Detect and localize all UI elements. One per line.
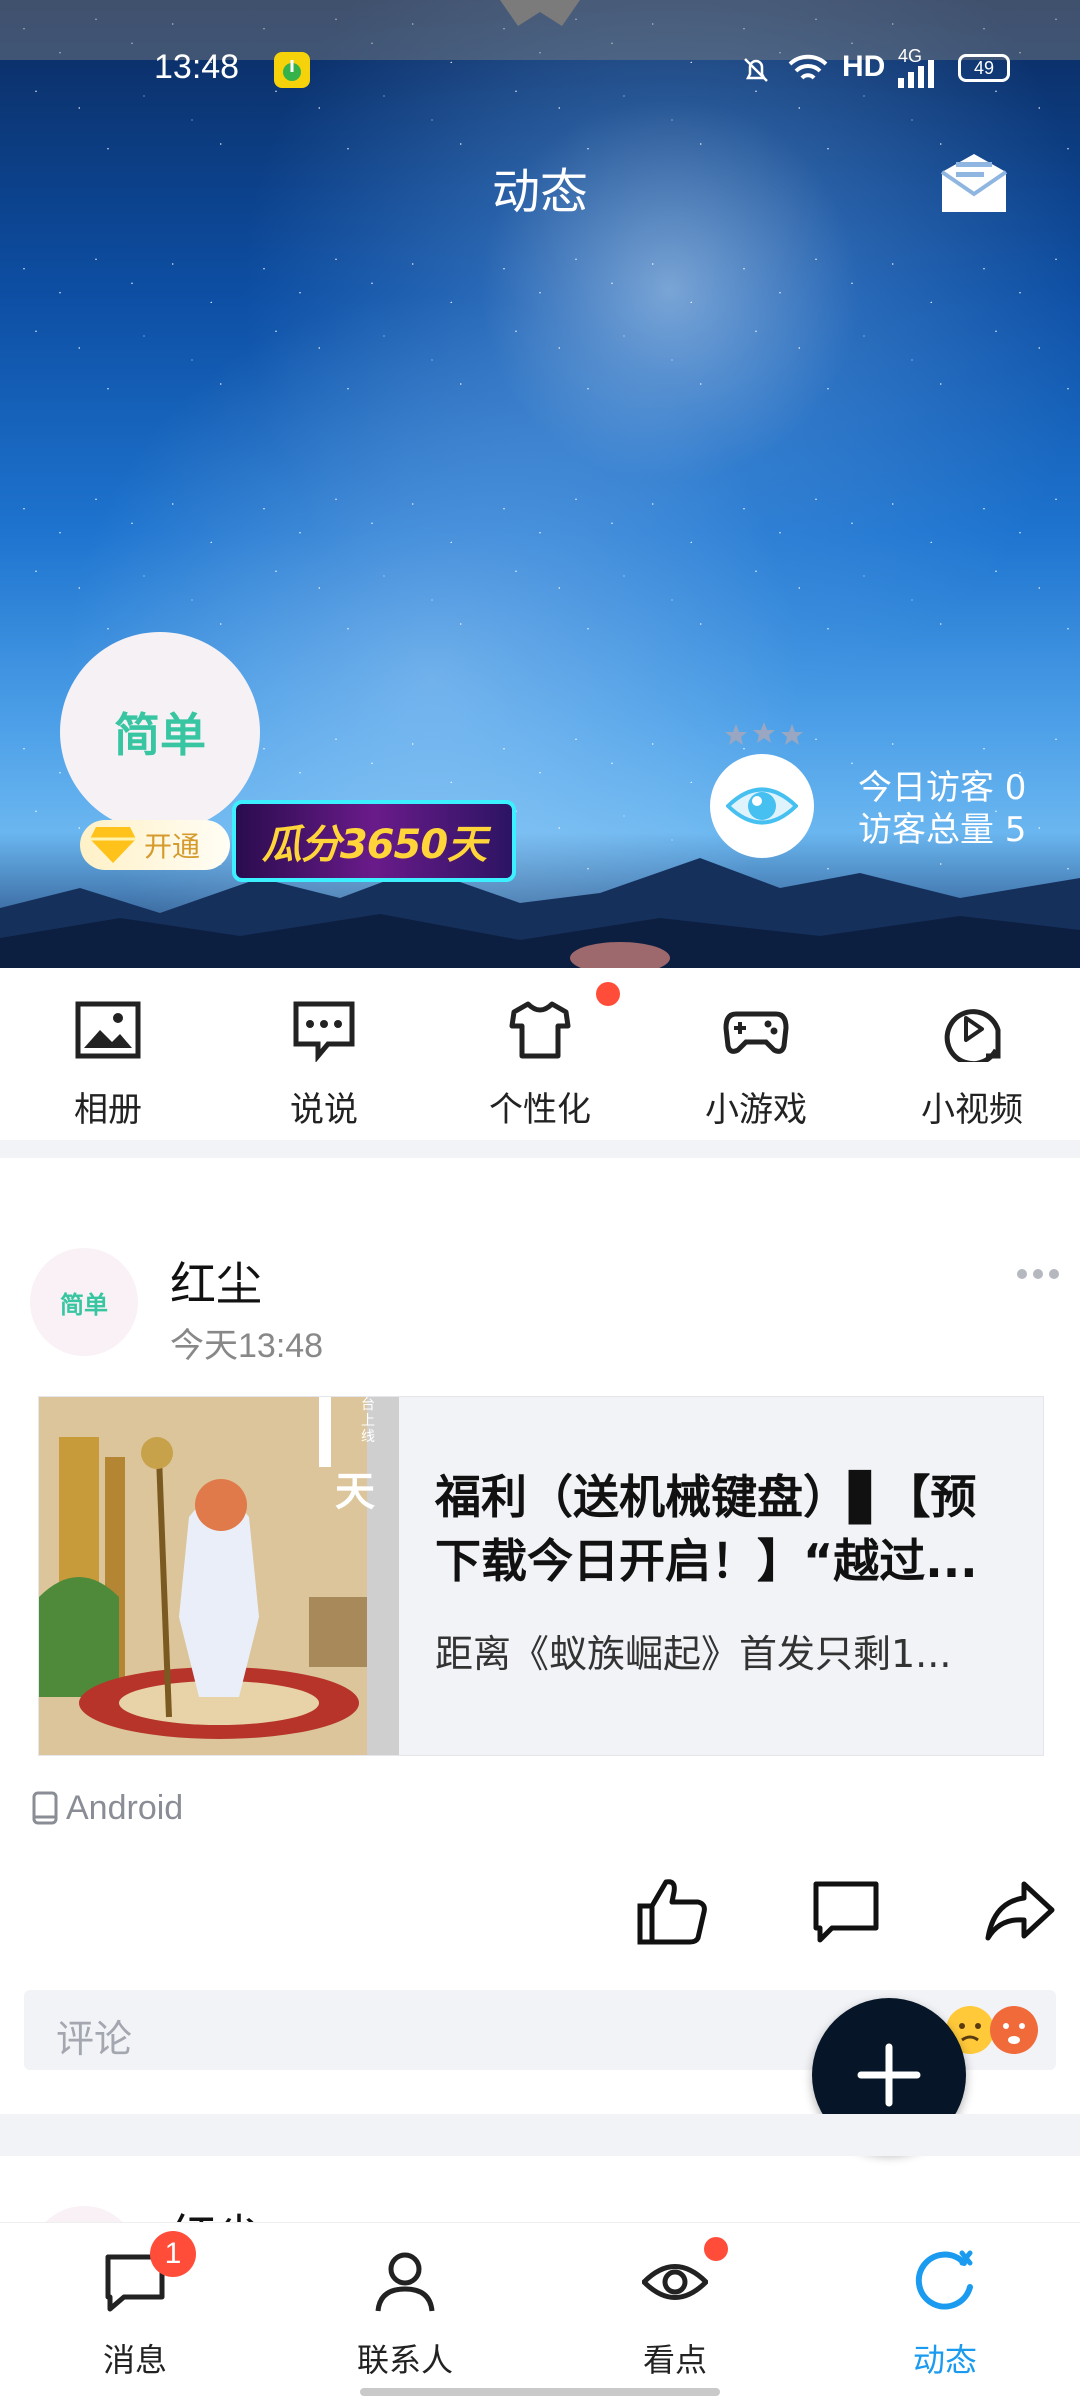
nav-label: 看点: [642, 2341, 707, 2379]
notification-dot: [596, 982, 620, 1006]
contacts-icon: [375, 2252, 435, 2312]
comment-placeholder: 评论: [56, 2017, 133, 2061]
feature-shuoshuo[interactable]: 说说: [216, 968, 432, 1140]
nav-label: 消息: [102, 2341, 167, 2379]
post-author-avatar[interactable]: 简单: [30, 1248, 138, 1356]
feature-personalize[interactable]: 个性化: [432, 968, 648, 1140]
nav-kandian[interactable]: 看点: [540, 2223, 810, 2401]
device-label: Android: [66, 1788, 184, 1827]
more-options-icon[interactable]: [1016, 1266, 1060, 1282]
feature-label: 相册: [74, 1090, 142, 1130]
music-app-icon: [274, 52, 310, 88]
section-divider: [0, 2114, 1080, 2156]
battery-level: 49: [973, 58, 995, 78]
gamepad-icon: [723, 1011, 789, 1054]
feature-row: 相册 说说 个性化 小游戏 小视频: [0, 968, 1080, 1140]
promo-text: 瓜分3650天: [261, 822, 487, 868]
shared-link-card[interactable]: 天 台上线 福利（送机械键盘）▋【预下载今日开启！】“越过... 距离《蚁族崛起…: [38, 1396, 1044, 1756]
message-badge: 1: [150, 2231, 196, 2277]
wifi-icon: [788, 54, 828, 80]
battery-icon: 49: [958, 54, 1010, 82]
video-play-icon: [944, 1009, 1001, 1062]
nav-label: 联系人: [356, 2341, 453, 2379]
home-indicator[interactable]: [360, 2388, 720, 2396]
card-image-side-text: 台上线: [361, 1397, 375, 1445]
diamond-icon: [90, 827, 136, 863]
visitor-eye-button[interactable]: [710, 754, 814, 858]
card-title: 福利（送机械键盘）▋【预下载今日开启！】“越过...: [435, 1470, 978, 1588]
nav-feed[interactable]: 动态: [810, 2223, 1080, 2401]
nav-messages[interactable]: 1 消息: [0, 2223, 270, 2401]
post-author-name[interactable]: 红尘: [170, 1248, 262, 1314]
album-icon: [75, 1001, 141, 1059]
bottom-navigation: 1 消息 联系人 看点 动态: [0, 2222, 1080, 2401]
share-icon[interactable]: [984, 1876, 1056, 1946]
eye-icon: [726, 787, 798, 825]
game-character-image: [39, 1397, 399, 1755]
phone-icon: [32, 1791, 58, 1825]
post-device: Android: [32, 1786, 183, 1830]
like-icon[interactable]: [636, 1876, 708, 1946]
feature-label: 小视频: [921, 1090, 1023, 1130]
visitors-total: 访客总量 5: [858, 810, 1027, 850]
feed-refresh-icon: [915, 2250, 973, 2310]
signal-icon: [898, 60, 934, 88]
promo-banner[interactable]: 瓜分3650天: [232, 800, 516, 882]
notch-star-icon: [500, 0, 580, 26]
card-image-text: 天: [335, 1469, 375, 1515]
vip-open-badge[interactable]: 开通: [80, 820, 230, 870]
nav-contacts[interactable]: 联系人: [270, 2223, 540, 2401]
tshirt-icon: [509, 1001, 571, 1059]
notification-dot: [704, 2237, 728, 2261]
feature-label: 小游戏: [705, 1090, 807, 1130]
mail-icon[interactable]: [936, 150, 1012, 216]
section-divider: [0, 1140, 1080, 1158]
avatar-text: 简单: [60, 1290, 108, 1319]
stars-decor-icon: [725, 722, 803, 745]
plus-icon: [857, 2043, 921, 2107]
chat-bubble-icon: [293, 1001, 355, 1062]
vip-open-label: 开通: [144, 830, 201, 863]
mute-bell-icon: [744, 58, 768, 82]
profile-avatar[interactable]: 简单: [60, 632, 260, 832]
comment-icon[interactable]: [810, 1876, 882, 1946]
card-subtitle: 距离《蚁族崛起》首发只剩1...: [435, 1632, 952, 1676]
avatar-text: 简单: [114, 708, 206, 762]
eye-icon: [642, 2264, 708, 2300]
feature-minivideo[interactable]: 小视频: [864, 968, 1080, 1140]
network-hd-label: HD: [842, 50, 886, 83]
feature-album[interactable]: 相册: [0, 968, 216, 1140]
status-time: 13:48: [154, 48, 240, 86]
page-title: 动态: [491, 164, 588, 220]
nav-label: 动态: [912, 2341, 977, 2379]
post-timestamp: 今天13:48: [170, 1327, 324, 1365]
feature-minigame[interactable]: 小游戏: [648, 968, 864, 1140]
feature-label: 个性化: [489, 1090, 591, 1130]
card-thumbnail: 天 台上线: [39, 1397, 399, 1755]
feature-label: 说说: [290, 1090, 358, 1130]
